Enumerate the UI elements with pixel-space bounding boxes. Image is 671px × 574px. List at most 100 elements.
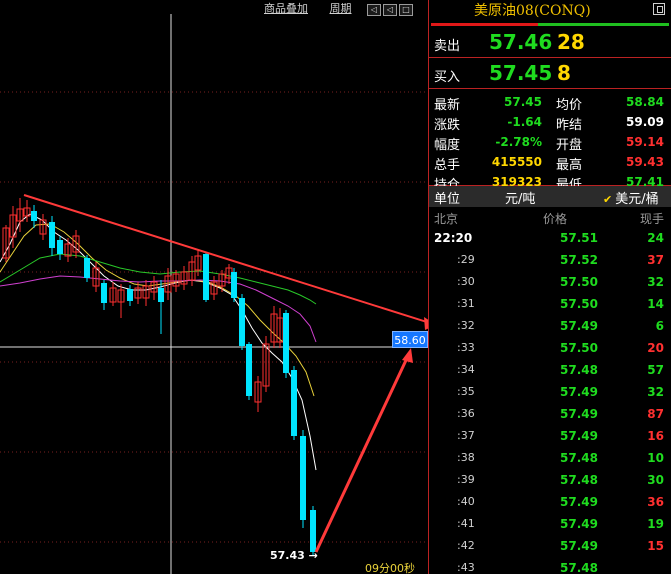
- stat-label: 昨结: [556, 118, 583, 133]
- tick-price: 57.48: [560, 451, 598, 465]
- tick-time: :31: [457, 297, 475, 310]
- ma-line-magenta: [0, 275, 317, 343]
- tick-price: 57.52: [560, 253, 598, 267]
- last-price-label: 57.43 →: [270, 549, 318, 562]
- tick-price: 57.49: [560, 385, 598, 399]
- bid-row[interactable]: 买入 57.45 8: [429, 58, 671, 89]
- arrow-right-icon: →: [308, 549, 318, 562]
- tick-time: :35: [457, 385, 475, 398]
- tick-time: 22:20: [434, 231, 473, 245]
- tick-row: :36 57.49 87: [429, 403, 671, 425]
- unit-selector-row: 单位 元/吨 ✔ 美元/桶: [429, 186, 671, 207]
- quote-panel: 美原油08(CONQ) 卖出 57.46 28 买入 57.45 8 最新 57…: [428, 0, 671, 574]
- tick-time: :40: [457, 495, 475, 508]
- tick-volume: 87: [647, 407, 664, 421]
- tick-volume: 6: [655, 319, 664, 333]
- rebound-arrow[interactable]: [314, 355, 410, 553]
- bid-label: 买入: [434, 70, 461, 85]
- tick-volume: 32: [647, 275, 664, 289]
- tick-price: 57.49: [560, 429, 598, 443]
- tick-list[interactable]: 22:20 57.51 24 :29 57.52 37 :30 57.50 32 :31 57.50…: [429, 227, 671, 574]
- tick-volume: 15: [647, 539, 664, 553]
- tick-volume: 30: [647, 473, 664, 487]
- rebound-arrowhead: [402, 348, 413, 363]
- tick-price: 57.48: [560, 561, 598, 574]
- tick-row: :43 57.48: [429, 557, 671, 574]
- tick-row: :34 57.48 57: [429, 359, 671, 381]
- window-button[interactable]: □: [399, 4, 413, 16]
- stats-block: 最新 57.45 均价 58.84 涨跌 -1.64 昨结 59.09 幅度 -…: [429, 89, 671, 193]
- tick-row: :32 57.49 6: [429, 315, 671, 337]
- scroll-back-button[interactable]: ◁: [367, 4, 381, 16]
- unit-option-usd[interactable]: ✔ 美元/桶: [603, 188, 659, 207]
- tick-price: 57.48: [560, 363, 598, 377]
- ask-price: 57.46: [489, 30, 553, 54]
- tick-volume: 10: [647, 451, 664, 465]
- stat-row: 总手 415550 最高 59.43: [429, 152, 671, 173]
- tick-volume: 24: [647, 231, 664, 245]
- tick-volume: 16: [647, 429, 664, 443]
- tick-price: 57.51: [560, 231, 598, 245]
- ticks-header-time: 北京: [434, 212, 459, 226]
- tick-price: 57.50: [560, 341, 598, 355]
- tick-row: :39 57.48 30: [429, 469, 671, 491]
- tick-row: :29 57.52 37: [429, 249, 671, 271]
- tick-price: 57.49: [560, 539, 598, 553]
- tick-time: :38: [457, 451, 475, 464]
- check-icon: ✔: [603, 193, 613, 206]
- tick-row: :30 57.50 32: [429, 271, 671, 293]
- stat-row: 幅度 -2.78% 开盘 59.14: [429, 132, 671, 153]
- tick-row: :41 57.49 19: [429, 513, 671, 535]
- tick-price: 57.50: [560, 297, 598, 311]
- stat-label: 幅度: [434, 138, 461, 153]
- stat-value: 59.14: [626, 135, 664, 149]
- tick-row: :40 57.49 36: [429, 491, 671, 513]
- tick-row: :35 57.49 32: [429, 381, 671, 403]
- stat-value: -1.64: [507, 115, 542, 129]
- instrument-header: 美原油08(CONQ): [429, 0, 671, 22]
- tick-price: 57.49: [560, 407, 598, 421]
- tick-row: :33 57.50 20: [429, 337, 671, 359]
- tick-time: :34: [457, 363, 475, 376]
- period-link[interactable]: 周期: [330, 2, 352, 15]
- candles: [2, 198, 316, 556]
- ratio-bar-sell: [431, 23, 539, 26]
- ask-row[interactable]: 卖出 57.46 28: [429, 27, 671, 58]
- ma-line-yellow: [0, 223, 315, 397]
- tick-price: 57.49: [560, 495, 598, 509]
- ticks-header-volume: 现手: [639, 212, 664, 226]
- scroll-forward-button[interactable]: ◁: [383, 4, 397, 16]
- stat-label: 开盘: [556, 138, 583, 153]
- stat-value: 415550: [491, 155, 542, 169]
- popout-icon[interactable]: [653, 3, 665, 15]
- stat-value: 57.45: [504, 95, 542, 109]
- tick-volume: 32: [647, 385, 664, 399]
- ratio-bar-buy: [538, 23, 669, 26]
- tick-volume: 57: [647, 363, 664, 377]
- tick-time: :36: [457, 407, 475, 420]
- tick-volume: 20: [647, 341, 664, 355]
- stat-value: -2.78%: [495, 135, 542, 149]
- tick-time: :32: [457, 319, 475, 332]
- ma-line-white: [0, 213, 317, 471]
- chart-canvas[interactable]: [0, 0, 428, 574]
- overlay-link[interactable]: 商品叠加: [264, 2, 308, 15]
- stat-value: 59.09: [626, 115, 664, 129]
- candlestick-chart[interactable]: 商品叠加 周期 ◁ ◁ □ 58.60 57.43 → 09分00秒: [0, 0, 428, 574]
- stat-label: 涨跌: [434, 118, 461, 133]
- tick-price: 57.49: [560, 319, 598, 333]
- stat-label: 总手: [434, 158, 461, 173]
- instrument-title: 美原油08(CONQ): [474, 3, 591, 19]
- tick-time: :29: [457, 253, 475, 266]
- tick-price: 57.48: [560, 473, 598, 487]
- tick-time: :39: [457, 473, 475, 486]
- tick-volume: 37: [647, 253, 664, 267]
- tick-volume: 36: [647, 495, 664, 509]
- unit-option-rmb[interactable]: 元/吨: [505, 188, 535, 207]
- tick-time: :37: [457, 429, 475, 442]
- tick-row: :31 57.50 14: [429, 293, 671, 315]
- tick-time: :42: [457, 539, 475, 552]
- stat-value: 59.43: [626, 155, 664, 169]
- stat-label: 均价: [556, 98, 583, 113]
- tick-time: :33: [457, 341, 475, 354]
